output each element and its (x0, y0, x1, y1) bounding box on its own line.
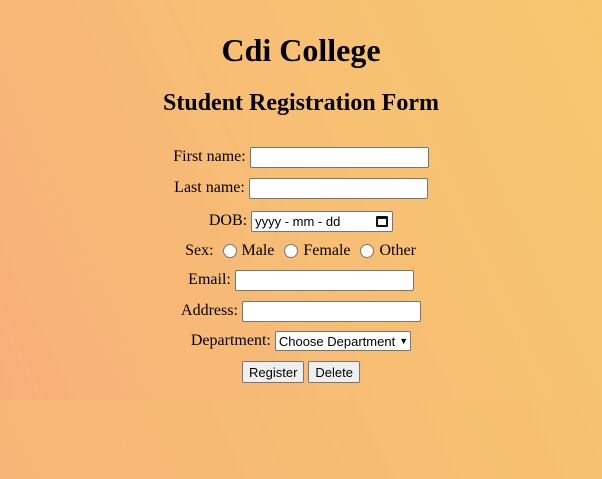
last-name-label: Last name: (174, 179, 245, 196)
sex-label: Sex: (185, 242, 214, 259)
department-selected: Choose Department (278, 333, 396, 349)
first-name-input[interactable] (249, 146, 429, 168)
dob-row: DOB: yyyy - mm - dd (0, 209, 602, 233)
dob-placeholder: yyyy - mm - dd (255, 213, 341, 229)
email-row: Email: (0, 268, 602, 292)
delete-button[interactable]: Delete (308, 361, 360, 383)
sex-female-radio[interactable] (284, 244, 299, 258)
sex-other-label[interactable]: Other (379, 242, 415, 260)
buttons-row: Register Delete (0, 360, 602, 384)
first-name-label: First name: (173, 148, 246, 165)
sex-female-label[interactable]: Female (303, 242, 350, 260)
page-background (0, 400, 602, 479)
calendar-icon[interactable] (376, 215, 389, 227)
sex-male-label[interactable]: Male (242, 242, 275, 260)
address-label: Address: (181, 302, 238, 319)
sex-row: Sex: Male Female Other (0, 239, 602, 263)
chevron-down-icon: ▼ (399, 336, 409, 346)
dob-input[interactable]: yyyy - mm - dd (251, 210, 394, 232)
register-button[interactable]: Register (242, 361, 305, 383)
department-select[interactable]: Choose Department ▼ (274, 331, 412, 351)
college-title: Cdi College (221, 32, 381, 68)
last-name-row: Last name: (0, 176, 602, 200)
first-name-row: First name: (0, 145, 602, 169)
department-label: Department: (190, 332, 271, 349)
address-input[interactable] (241, 300, 421, 322)
form-title: Student Registration Form (163, 90, 439, 116)
department-row: Department: Choose Department ▼ (0, 329, 602, 353)
email-input[interactable] (234, 269, 414, 291)
dob-label: DOB: (208, 212, 248, 229)
sex-male-radio[interactable] (222, 244, 237, 258)
email-label: Email: (188, 271, 231, 288)
address-row: Address: (0, 299, 602, 323)
last-name-input[interactable] (248, 177, 428, 199)
sex-other-radio[interactable] (360, 244, 375, 258)
